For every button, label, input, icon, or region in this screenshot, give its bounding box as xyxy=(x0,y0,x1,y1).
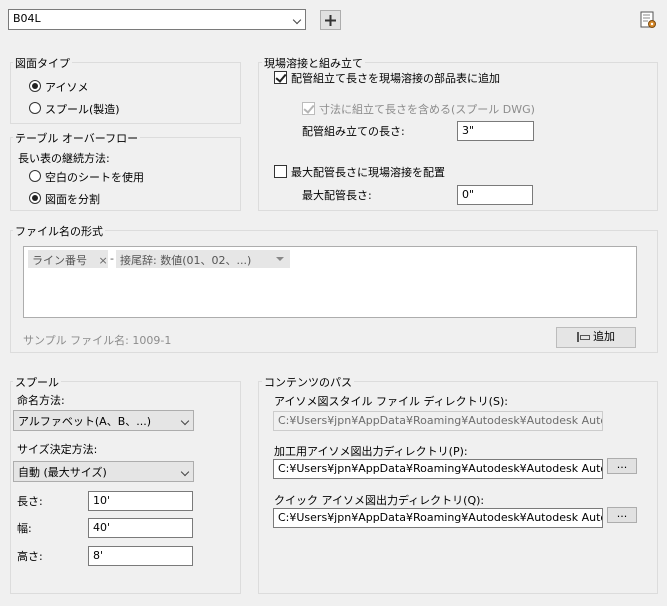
quick-output-browse-button[interactable]: ... xyxy=(607,507,637,523)
width-input[interactable]: 40' xyxy=(88,518,193,538)
length-label: 長さ: xyxy=(17,495,43,508)
field-weld-title: 現場溶接と組み立て xyxy=(262,55,365,71)
token-suffix[interactable]: 接尾辞: 数値(01、02、...) xyxy=(116,250,290,268)
document-gear-icon[interactable] xyxy=(639,11,657,29)
size-method-select[interactable]: 自動 (最大サイズ) xyxy=(13,461,194,482)
height-input[interactable]: 8' xyxy=(88,546,193,566)
assembly-length-input[interactable]: 3" xyxy=(457,121,534,141)
token-line-number-label: ライン番号 xyxy=(32,254,87,267)
fab-output-path-input[interactable]: C:¥Users¥jpn¥AppData¥Roaming¥Autodesk¥Au… xyxy=(273,459,603,479)
naming-select-value: アルファベット(A、B、...) xyxy=(18,415,152,428)
add-length-checkbox[interactable] xyxy=(274,71,287,84)
iso-style-label: アイソメ図スタイル ファイル ディレクトリ(S): xyxy=(274,395,508,408)
quick-output-path-input[interactable]: C:¥Users¥jpn¥AppData¥Roaming¥Autodesk¥Au… xyxy=(273,508,603,528)
size-method-select-value: 自動 (最大サイズ) xyxy=(18,466,107,479)
add-token-button[interactable]: 追加 xyxy=(556,327,636,348)
fab-output-browse-button[interactable]: ... xyxy=(607,458,637,474)
chevron-down-icon xyxy=(292,15,302,25)
fab-output-label: 加工用アイソメ図出力ディレクトリ(P): xyxy=(274,445,468,458)
add-drawing-button[interactable] xyxy=(320,10,341,30)
radio-spool[interactable] xyxy=(29,102,41,114)
token-suffix-label: 接尾辞: 数値(01、02、...) xyxy=(120,254,252,267)
drawing-type-title: 図面タイプ xyxy=(13,55,72,71)
content-path-title: コンテンツのパス xyxy=(262,374,354,390)
radio-spool-label[interactable]: スプール(製造) xyxy=(45,101,120,117)
assembly-length-label: 配管組み立ての長さ: xyxy=(302,125,405,138)
max-length-input[interactable]: 0" xyxy=(457,185,533,205)
plus-icon xyxy=(325,15,336,26)
size-method-label: サイズ決定方法: xyxy=(17,443,98,456)
sample-file-name: サンプル ファイル名: 1009-1 xyxy=(23,334,172,347)
length-input[interactable]: 10' xyxy=(88,491,193,511)
table-overflow-title: テーブル オーバーフロー xyxy=(13,130,141,146)
height-label: 高さ: xyxy=(17,550,43,563)
naming-label: 命名方法: xyxy=(17,394,65,407)
max-length-label: 最大配管長さ: xyxy=(302,189,372,202)
radio-blank-sheet[interactable] xyxy=(29,170,41,182)
naming-select[interactable]: アルファベット(A、B、...) xyxy=(13,410,194,431)
quick-output-label: クイック アイソメ図出力ディレクトリ(Q): xyxy=(274,494,485,507)
radio-isometric[interactable] xyxy=(29,80,41,92)
radio-blank-sheet-label[interactable]: 空白のシートを使用 xyxy=(45,169,144,185)
token-line-number[interactable]: ライン番号 × xyxy=(28,250,108,268)
place-weld-label[interactable]: 最大配管長さに現場溶接を配置 xyxy=(291,164,445,180)
token-remove-icon[interactable]: × xyxy=(99,254,108,267)
chevron-down-icon xyxy=(180,467,190,477)
radio-split-drawing-label[interactable]: 図面を分割 xyxy=(45,191,100,207)
token-add-icon xyxy=(577,332,591,342)
width-label: 幅: xyxy=(17,522,32,535)
token-separator: - xyxy=(110,252,114,265)
iso-style-path-input: C:¥Users¥jpn¥AppData¥Roaming¥Autodesk¥Au… xyxy=(273,411,603,431)
drawing-select[interactable]: B04L xyxy=(8,9,306,30)
include-dim-label: 寸法に組立て長さを含める(スプール DWG) xyxy=(319,103,535,116)
drawing-select-value: B04L xyxy=(13,12,41,25)
overflow-method-label: 長い表の継続方法: xyxy=(18,152,110,165)
chevron-down-icon xyxy=(180,416,190,426)
radio-isometric-label[interactable]: アイソメ xyxy=(45,79,88,95)
place-weld-checkbox[interactable] xyxy=(274,165,287,178)
spool-title: スプール xyxy=(13,374,61,390)
include-dim-checkbox[interactable] xyxy=(302,102,315,115)
radio-split-drawing[interactable] xyxy=(29,192,41,204)
token-suffix-chevron-icon[interactable] xyxy=(276,257,284,261)
add-token-label: 追加 xyxy=(593,330,615,343)
add-length-label[interactable]: 配管組立て長さを現場溶接の部品表に追加 xyxy=(291,70,500,86)
file-name-format-title: ファイル名の形式 xyxy=(13,223,105,239)
